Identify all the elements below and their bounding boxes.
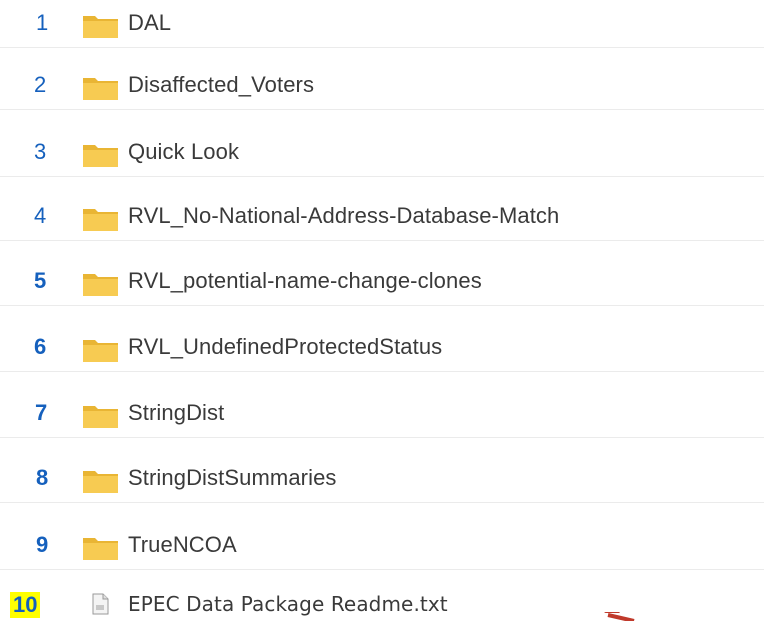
list-item-quick-look[interactable]: 3 Quick Look [0,129,764,177]
file-list: 1 DAL 2 Disaffected_Voters 3 Quick Look … [0,0,764,621]
list-item-stringdist-summaries[interactable]: 8 StringDistSummaries [0,455,764,503]
folder-icon [83,78,118,100]
item-name: RVL_No-National-Address-Database-Match [128,203,560,228]
row-number: 1 [36,10,49,35]
folder-icon [83,406,118,428]
red-arrow-icon [604,612,635,621]
folder-icon [83,471,118,493]
list-item-rvl-undefined-protected[interactable]: 6 RVL_UndefinedProtectedStatus [0,324,764,372]
folder-icon [83,340,118,362]
list-item-stringdist[interactable]: 7 StringDist [0,390,764,438]
item-name: StringDistSummaries [128,465,337,490]
row-number: 9 [36,532,49,557]
list-item-epec-readme[interactable]: 10 EPEC Data Package Readme.txt [0,584,764,621]
text-file-icon [92,593,109,615]
row-number-highlighted: 10 [10,592,41,618]
row-number: 3 [34,139,47,164]
list-item-truencoa[interactable]: 9 TrueNCOA [0,522,764,570]
row-number: 6 [34,334,47,359]
folder-icon [83,209,118,231]
item-name: TrueNCOA [128,532,237,557]
row-number: 7 [35,400,48,425]
item-name: StringDist [128,400,225,425]
item-name: Quick Look [128,139,240,164]
item-name: DAL [128,10,172,35]
list-item-dal[interactable]: 1 DAL [0,0,764,48]
item-name: EPEC Data Package Readme.txt [128,592,448,616]
folder-icon [83,16,118,38]
row-number: 5 [34,268,47,293]
row-number: 4 [34,203,47,228]
item-name: RVL_potential-name-change-clones [128,268,482,293]
list-item-rvl-no-national-address[interactable]: 4 RVL_No-National-Address-Database-Match [0,193,764,241]
item-name: Disaffected_Voters [128,72,315,97]
folder-icon [83,145,118,167]
item-name: RVL_UndefinedProtectedStatus [128,334,443,359]
list-item-rvl-potential-name-change[interactable]: 5 RVL_potential-name-change-clones [0,258,764,306]
list-item-disaffected-voters[interactable]: 2 Disaffected_Voters [0,62,764,110]
folder-icon [83,274,118,296]
row-number: 2 [34,72,47,97]
row-number: 8 [36,465,49,490]
folder-icon [83,538,118,560]
